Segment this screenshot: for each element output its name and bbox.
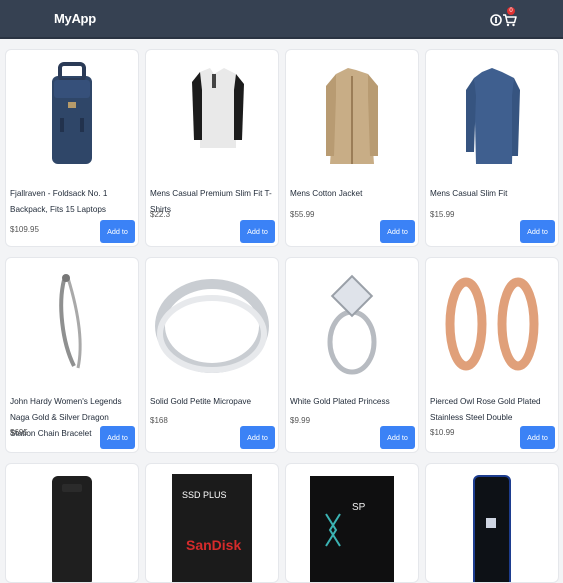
product-title[interactable]: White Gold Plated Princess [290,394,414,410]
product-image-earrings[interactable] [426,264,558,382]
product-price: $695 [10,428,28,437]
product-image-slim-fit[interactable] [426,56,558,174]
product-card[interactable]: John Hardy Women's Legends Naga Gold & S… [5,257,139,453]
navbar: MyApp 0 [0,0,563,39]
product-image-tshirt[interactable] [146,56,278,174]
add-to-cart-button[interactable]: Add to Cart [240,426,275,449]
product-image-external-drive[interactable] [6,474,138,582]
add-to-cart-button[interactable]: Add to Cart [520,220,555,243]
product-image-portable-drive[interactable] [426,474,558,582]
product-grid: Fjallraven - Foldsack No. 1 Backpack, Fi… [0,39,563,583]
product-price: $55.99 [290,210,315,219]
product-card[interactable]: Mens Casual Premium Slim Fit T-Shirts $2… [145,49,279,247]
product-card[interactable]: Pierced Owl Rose Gold Plated Stainless S… [425,257,559,453]
product-card[interactable]: Solid Gold Petite Micropave $168 Add to … [145,257,279,453]
product-card[interactable]: White Gold Plated Princess $9.99 Add to … [285,257,419,453]
cart-count-badge: 0 [507,7,515,15]
product-price: $22.3 [150,210,171,219]
product-title[interactable]: Fjallraven - Foldsack No. 1 Backpack, Fi… [10,186,134,218]
add-to-cart-button[interactable]: Add to Cart [100,220,135,243]
ssd-brand-label: SanDisk [186,537,241,553]
product-title[interactable]: Mens Casual Slim Fit [430,186,554,202]
product-card[interactable]: SSD PLUS SanDisk [145,463,279,583]
product-image-ring[interactable] [146,264,278,382]
product-image-jacket[interactable] [286,56,418,174]
product-price: $109.95 [10,225,39,234]
product-card[interactable]: Mens Cotton Jacket $55.99 Add to Cart [285,49,419,247]
product-image-princess-ring[interactable] [286,264,418,382]
product-price: $168 [150,416,168,425]
app-title[interactable]: MyApp [54,11,96,26]
product-image-sp-ssd[interactable]: SP [286,474,418,582]
product-card[interactable]: Fjallraven - Foldsack No. 1 Backpack, Fi… [5,49,139,247]
product-title[interactable]: Pierced Owl Rose Gold Plated Stainless S… [430,394,554,426]
product-price: $15.99 [430,210,455,219]
product-title[interactable]: Mens Cotton Jacket [290,186,414,202]
product-title[interactable]: Solid Gold Petite Micropave [150,394,274,410]
add-to-cart-button[interactable]: Add to Cart [100,426,135,449]
add-to-cart-button[interactable]: Add to Cart [240,220,275,243]
product-price: $9.99 [290,416,311,425]
product-card[interactable]: SP [285,463,419,583]
add-to-cart-button[interactable]: Add to Cart [380,426,415,449]
product-image-bracelet[interactable] [6,264,138,382]
svg-text:SSD PLUS: SSD PLUS [182,490,227,500]
add-to-cart-button[interactable]: Add to Cart [520,426,555,449]
product-card[interactable] [5,463,139,583]
product-image-ssd[interactable]: SSD PLUS SanDisk [146,474,278,582]
add-to-cart-button[interactable]: Add to Cart [380,220,415,243]
product-card[interactable] [425,463,559,583]
sp-brand-label: SP [352,502,366,513]
product-image-backpack[interactable] [6,56,138,174]
product-price: $10.99 [430,428,455,437]
user-icon[interactable] [489,13,503,27]
product-card[interactable]: Mens Casual Slim Fit $15.99 Add to Cart [425,49,559,247]
